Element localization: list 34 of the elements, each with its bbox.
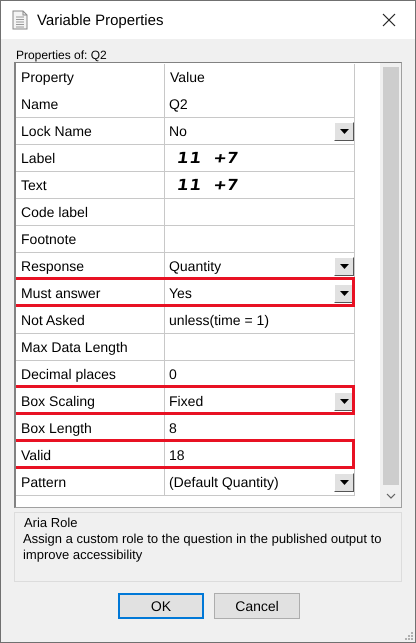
dropdown-arrow-icon [340, 128, 348, 134]
scrollbar[interactable] [380, 63, 401, 507]
dropdown-arrow-icon [340, 480, 348, 484]
dropdown-arrow-icon [340, 264, 348, 268]
description-text: Assign a custom role to the question in the published output to improve accessibility [23, 531, 382, 563]
property-name: Pattern [16, 469, 165, 496]
property-name: Not Asked [16, 307, 165, 334]
property-name: Text [16, 172, 165, 199]
scroll-down-icon [386, 493, 396, 499]
property-value[interactable] [165, 199, 355, 226]
dropdown-arrow-icon [340, 398, 348, 404]
property-name: Lock Name [16, 118, 165, 145]
value-dropdown[interactable]: (Default Quantity) [165, 469, 355, 496]
property-value[interactable] [165, 226, 355, 253]
resize-grip-icon[interactable] [404, 631, 413, 640]
property-name: Footnote [16, 226, 165, 253]
property-value[interactable] [165, 334, 355, 361]
dialog-button[interactable]: Cancel [214, 593, 300, 619]
window-title: Variable Properties [37, 12, 164, 28]
property-value[interactable]: 11 +7 [165, 145, 355, 172]
close-icon [382, 13, 396, 27]
property-value[interactable]: unless(time = 1) [165, 307, 355, 334]
property-name: Label [16, 145, 165, 172]
property-name: Max Data Length [16, 334, 165, 361]
description-title: Aria Role [24, 515, 78, 531]
property-value[interactable]: 11 +7 [165, 172, 355, 199]
properties-caption: Properties of: Q2 [15, 47, 108, 62]
property-name: Name [16, 91, 165, 118]
dialog-button[interactable]: OK [118, 593, 204, 619]
property-name: Code label [16, 199, 165, 226]
property-value[interactable]: Q2 [165, 91, 355, 118]
document-icon [12, 10, 28, 30]
value-dropdown[interactable]: No [165, 118, 355, 145]
dropdown-arrow-icon [340, 290, 348, 296]
